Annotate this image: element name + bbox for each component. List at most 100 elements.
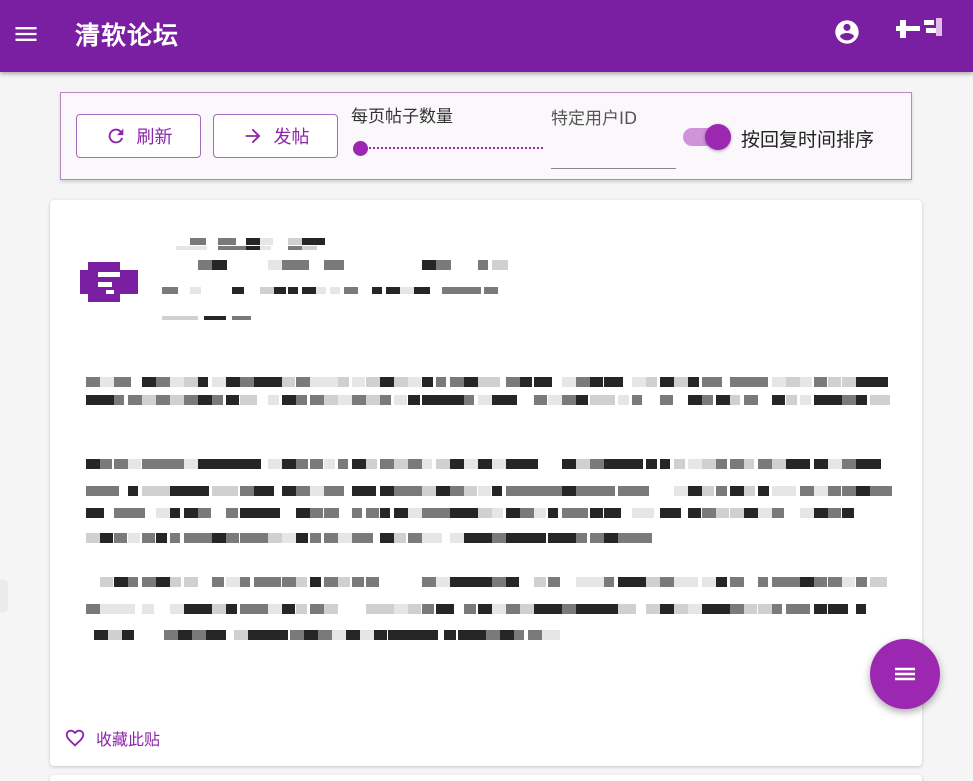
obscured-pixel [240, 508, 254, 518]
obscured-pixel [456, 287, 471, 294]
obscured-pixel [212, 395, 223, 405]
obscured-pixel [590, 508, 603, 518]
obscured-pixel [288, 287, 298, 294]
obscured-pixel [618, 486, 632, 496]
new-post-label: 发帖 [273, 127, 310, 148]
refresh-button[interactable]: 刷新 [76, 114, 201, 158]
obscured-pixel [142, 486, 156, 496]
obscured-pixel [156, 533, 167, 543]
slider-thumb[interactable] [353, 141, 368, 156]
obscured-pixel [366, 459, 377, 469]
obscured-pixel [414, 287, 430, 294]
obscured-pixel [450, 377, 464, 387]
obscured-pixel [534, 395, 547, 405]
obscured-pixel [632, 377, 646, 387]
obscured-pixel [408, 486, 422, 496]
obscured-pixel [394, 533, 406, 543]
obscured-pixel [302, 238, 325, 245]
obscured-pixel [170, 395, 185, 405]
obscured-pixel [226, 508, 238, 518]
fab-menu-button[interactable] [870, 639, 940, 709]
obscured-pixel [730, 395, 740, 405]
obscured-pixel [520, 533, 534, 543]
obscured-pixel [772, 508, 784, 518]
obscured-pixel [128, 486, 138, 496]
obscured-pixel [786, 395, 797, 405]
obscured-pixel [366, 377, 380, 387]
new-post-button[interactable]: 发帖 [213, 114, 338, 158]
obscured-pixel [730, 577, 744, 587]
obscured-pixel [604, 486, 615, 496]
obscured-pixel [226, 486, 238, 496]
obscured-pixel [870, 459, 881, 469]
obscured-pixel [604, 508, 621, 518]
obscured-pixel [478, 260, 488, 270]
obscured-pixel [422, 459, 432, 469]
obscured-pixel [422, 377, 433, 387]
obscured-pixel [170, 577, 181, 587]
obscured-pixel [674, 459, 685, 469]
obscured-pixel [870, 395, 890, 405]
obscured-pixel [114, 604, 135, 614]
obscured-pixel [562, 395, 577, 405]
obscured-pixel [786, 486, 796, 496]
obscured-pixel [576, 395, 588, 405]
obscured-pixel [310, 508, 323, 518]
obscured-pixel [548, 577, 560, 587]
obscured-pixel [514, 630, 524, 640]
sort-by-reply-switch[interactable] [683, 123, 731, 151]
account-circle-icon[interactable] [833, 18, 861, 46]
obscured-pixel [758, 459, 772, 469]
obscured-pixel [604, 577, 614, 587]
refresh-label: 刷新 [136, 127, 173, 148]
obscured-pixel [184, 604, 198, 614]
heart-outline-icon [65, 729, 85, 747]
obscured-pixel [374, 630, 387, 640]
obscured-pixel [422, 604, 434, 614]
user-id-input[interactable] [551, 133, 676, 169]
obscured-pixel [176, 316, 198, 320]
obscured-pixel [408, 604, 421, 614]
obscured-pixel [702, 377, 722, 387]
side-tab[interactable] [0, 580, 8, 612]
obscured-pixel [542, 630, 560, 640]
obscured-pixel [268, 508, 280, 518]
obscured-pixel [842, 577, 855, 587]
obscured-pixel [142, 604, 154, 614]
obscured-pixel [282, 604, 295, 614]
obscured-pixel [646, 377, 657, 387]
obscured-pixel [162, 287, 178, 294]
filter-toolbar: 刷新 发帖 每页帖子数量 特定用户ID 按回复时间排序 [60, 92, 912, 180]
obscured-pixel [254, 486, 274, 496]
obscured-pixel [436, 260, 451, 270]
obscured-pixel [688, 577, 698, 587]
obscured-pixel [688, 377, 699, 387]
obscured-pixel [226, 533, 239, 543]
obscured-pixel [520, 459, 538, 469]
obscured-pixel [444, 630, 456, 640]
obscured-pixel [716, 508, 729, 518]
obscured-pixel [198, 377, 208, 387]
obscured-pixel [716, 459, 727, 469]
posts-per-page-slider[interactable] [353, 139, 543, 157]
obscured-pixel [268, 395, 279, 405]
obscured-pixel [744, 395, 758, 405]
obscured-pixel [660, 577, 675, 587]
obscured-pixel [372, 287, 382, 294]
obscured-pixel [302, 246, 317, 250]
obscured-pixel [856, 577, 867, 587]
obscured-pixel [324, 486, 344, 496]
obscured-pixel [156, 577, 170, 587]
obscured-pixel [310, 604, 324, 614]
obscured-pixel [436, 395, 451, 405]
obscured-pixel [702, 486, 714, 496]
obscured-pixel [520, 604, 534, 614]
obscured-pixel [716, 486, 727, 496]
obscured-pixel [310, 577, 321, 587]
obscured-pixel [842, 508, 854, 518]
obscured-pixel [772, 395, 785, 405]
favorite-button[interactable]: 收藏此贴 [64, 726, 160, 750]
brand-logo [896, 16, 944, 42]
obscured-pixel [828, 604, 848, 614]
menu-icon[interactable] [12, 20, 40, 48]
